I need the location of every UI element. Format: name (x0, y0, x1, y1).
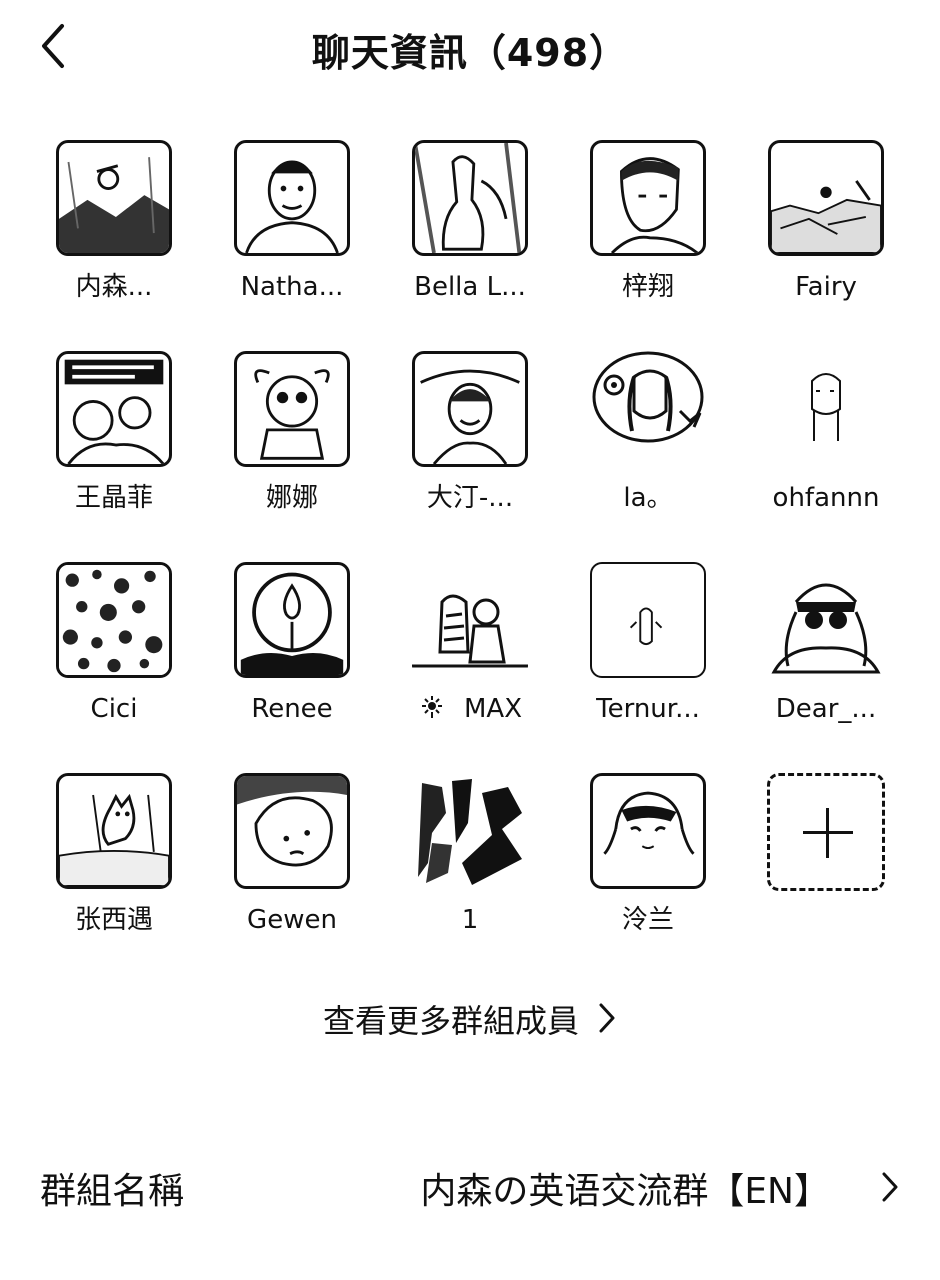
add-member-tile[interactable] (767, 773, 885, 891)
member-item[interactable]: Dear_... (737, 562, 915, 773)
member-item[interactable]: 梓翔 (559, 140, 737, 351)
avatar (768, 140, 884, 256)
member-name: 泠兰 (621, 905, 674, 935)
member-item[interactable]: Bella L... (381, 140, 559, 351)
member-item[interactable]: la。 (559, 351, 737, 562)
member-name-text: MAX (463, 694, 523, 724)
member-item[interactable]: Gewen (203, 773, 381, 984)
member-name: Gewen (247, 905, 337, 935)
avatar (56, 562, 172, 678)
member-item[interactable]: 王晶菲 (25, 351, 203, 562)
group-name-value: 内森の英语交流群【EN】 (420, 1171, 830, 1212)
member-item[interactable]: Ternur... (559, 562, 737, 773)
member-name: Natha... (240, 272, 344, 302)
avatar (56, 351, 172, 467)
avatar (234, 351, 350, 467)
member-name: 王晶菲 (74, 483, 153, 513)
member-name: ohfannn (772, 483, 880, 513)
avatar (768, 562, 884, 678)
member-item[interactable]: 内森... (25, 140, 203, 351)
member-name: Dear_... (775, 694, 877, 724)
member-name: 娜娜 (265, 483, 318, 513)
member-name: 张西遇 (74, 905, 153, 935)
avatar (234, 773, 350, 889)
member-item[interactable]: 娜娜 (203, 351, 381, 562)
page-title: 聊天資訊（498） (311, 31, 629, 75)
member-item[interactable]: 泠兰 (559, 773, 737, 984)
see-more-label: 查看更多群組成員 (322, 1002, 579, 1040)
avatar (56, 773, 172, 889)
avatar (234, 562, 350, 678)
avatar (56, 140, 172, 256)
member-name: 大汀-... (426, 483, 514, 513)
member-item[interactable]: MAX (381, 562, 559, 773)
avatar (412, 773, 528, 889)
avatar (590, 140, 706, 256)
group-name-label: 群組名稱 (40, 1171, 185, 1212)
avatar (590, 562, 706, 678)
avatar (768, 351, 884, 467)
group-name-row[interactable]: 群組名稱 内森の英语交流群【EN】 (0, 1140, 940, 1240)
avatar (412, 562, 528, 678)
member-item[interactable]: ohfannn (737, 351, 915, 562)
member-item[interactable]: Renee (203, 562, 381, 773)
avatar (412, 351, 528, 467)
nav-bar: 聊天資訊（498） (0, 0, 940, 100)
member-item[interactable]: Fairy (737, 140, 915, 351)
avatar (590, 351, 706, 467)
member-item[interactable]: Natha... (203, 140, 381, 351)
member-name: 梓翔 (621, 272, 674, 302)
member-name: MAX (418, 692, 522, 726)
member-name: Ternur... (596, 694, 700, 724)
member-item[interactable]: 大汀-... (381, 351, 559, 562)
member-item[interactable]: 张西遇 (25, 773, 203, 984)
member-item[interactable]: Cici (25, 562, 203, 773)
add-member-button[interactable] (737, 773, 915, 984)
avatar (234, 140, 350, 256)
chevron-right-icon (880, 1170, 900, 1208)
member-grid: 内森... Natha... Bella L... 梓翔 Fairy 王晶菲 娜… (25, 140, 915, 984)
member-name: Fairy (795, 272, 857, 302)
see-more-members-button[interactable]: 查看更多群組成員 (0, 996, 940, 1043)
member-name: Cici (90, 694, 138, 724)
member-name: 内森... (75, 272, 153, 302)
chevron-right-icon (597, 1001, 617, 1043)
member-name: la。 (623, 483, 673, 513)
member-name: 1 (461, 905, 479, 935)
member-name: Bella L... (414, 272, 526, 302)
member-name: Renee (251, 694, 333, 724)
member-item[interactable]: 1 (381, 773, 559, 984)
flower-icon (421, 696, 442, 718)
plus-icon-vertical (826, 808, 829, 858)
avatar (590, 773, 706, 889)
avatar (412, 140, 528, 256)
